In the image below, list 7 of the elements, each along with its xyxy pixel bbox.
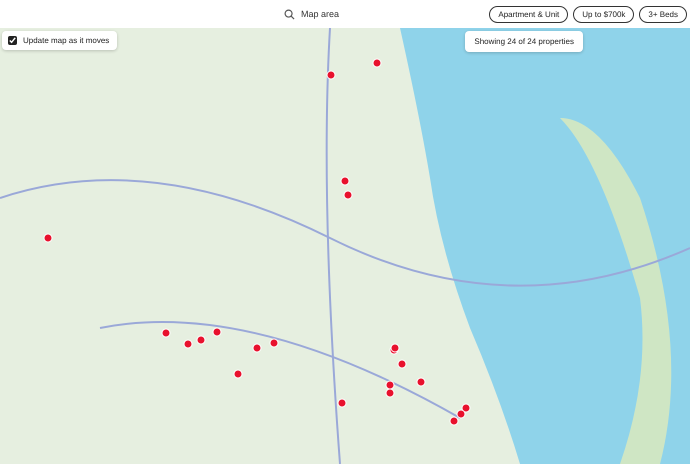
checkbox[interactable] [8,36,17,45]
filter-button[interactable]: Apartment & Unit [489,6,568,22]
toggle-label: Update map as it moves [23,36,110,45]
filter-button[interactable]: Up to $700k [573,6,634,22]
search-icon [284,8,295,20]
filter-button[interactable]: 3+ Beds [639,6,687,22]
result-count: Showing 24 of 24 properties [465,31,583,52]
